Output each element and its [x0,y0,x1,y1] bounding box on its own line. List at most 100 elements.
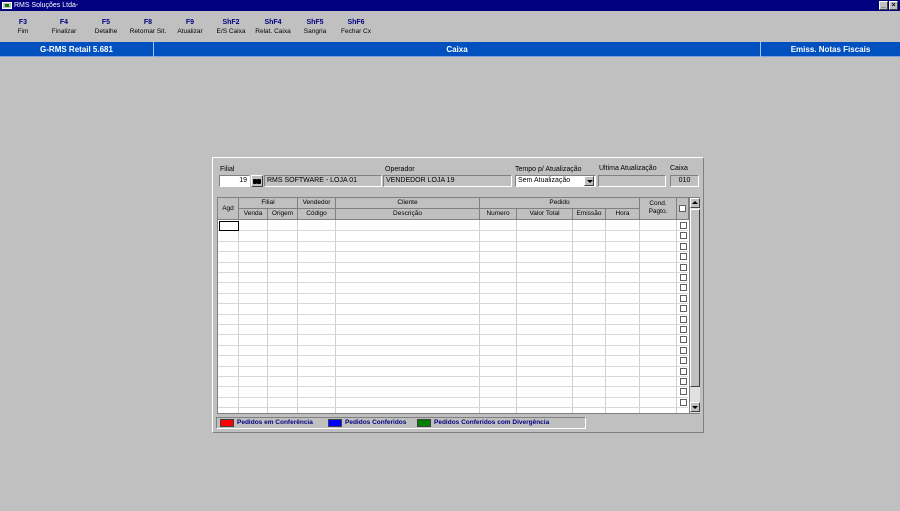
row-checkbox[interactable] [680,222,687,229]
scroll-down-icon[interactable] [690,402,700,412]
header-codigo[interactable]: Código [298,209,336,220]
row-checkbox[interactable] [680,274,687,281]
table-row [218,397,688,398]
row-checkbox[interactable] [680,336,687,343]
header-hora[interactable]: Hora [606,209,640,220]
grid-column [298,220,336,413]
header-vendedor[interactable]: Vendedor [298,198,336,209]
toolbar-button-detalhe[interactable]: F5 Detalhe [83,18,129,36]
header-numero[interactable]: Numero [480,209,517,220]
table-row [218,251,688,252]
current-cell-focus[interactable] [219,221,239,231]
fkey-label: F9 [185,19,195,26]
table-row [218,230,688,231]
row-checkbox[interactable] [680,326,687,333]
close-button[interactable]: × [889,1,898,10]
legend-swatch-conferidos [328,419,342,427]
row-checkbox[interactable] [680,357,687,364]
grid-column [517,220,573,413]
row-checkbox[interactable] [680,305,687,312]
grid-column [239,220,268,413]
row-checkbox[interactable] [680,378,687,385]
header-cond-pagto[interactable]: Cond. Pagto. [640,198,677,220]
ultima-atualizacao-field [598,175,666,187]
app-icon [2,2,12,9]
row-checkbox[interactable] [680,243,687,250]
row-checkbox[interactable] [680,399,687,406]
table-row [218,314,688,315]
filial-name-field: RMS SOFTWARE - LOJA 01 [264,175,382,187]
row-checkbox[interactable] [680,232,687,239]
row-checkbox[interactable] [680,284,687,291]
toolbar-button-relat-caixa[interactable]: ShF4 Relat. Caixa [250,18,296,36]
row-checkbox[interactable] [680,264,687,271]
toolbar-button-retornar[interactable]: F8 Retornar Sit. [125,18,171,36]
operador-field: VENDEDOR LOJA 19 [383,175,512,187]
row-checkbox[interactable] [680,388,687,395]
select-all-checkbox[interactable] [679,205,686,212]
table-row [218,386,688,387]
window-title: RMS Soluções Ltda- [14,2,79,9]
vertical-scrollbar[interactable] [689,198,700,413]
toolbar-button-finalizar[interactable]: F4 Finalizar [41,18,87,36]
header-emissao[interactable]: Emissão [573,209,606,220]
grid-column [268,220,298,413]
grid-column [480,220,517,413]
scroll-up-icon[interactable] [690,198,700,208]
table-row [218,366,688,367]
operador-label: Operador [385,166,415,173]
module-status-bar: G-RMS Retail 5.681 Caixa Emiss. Notas Fi… [0,42,900,57]
tempo-label: Tempo p/ Atualização [515,166,582,173]
grid-column [606,220,640,413]
toolbar-button-es-caixa[interactable]: ShF2 E/S Caixa [208,18,254,36]
table-row [218,272,688,273]
row-checkbox[interactable] [680,253,687,260]
table-row [218,293,688,294]
table-row [218,355,688,356]
header-filial[interactable]: Filial [239,198,298,209]
filial-label: Filial [220,166,235,173]
table-row [218,376,688,377]
header-descricao[interactable]: Descrição [336,209,480,220]
toolbar-button-fechar-cx[interactable]: ShF6 Fechar Cx [333,18,379,36]
header-valor-total[interactable]: Valor Total [517,209,573,220]
product-version: G-RMS Retail 5.681 [40,45,113,54]
fkey-caption: Detalhe [94,28,118,35]
binoculars-search-icon[interactable] [251,175,263,187]
pedidos-grid[interactable]: Agd Filial Vendedor Cliente Pedido Cond.… [217,197,700,414]
table-row [218,324,688,325]
scroll-thumb[interactable] [690,209,700,387]
fkey-caption: Atualizar [177,28,203,35]
row-checkbox[interactable] [680,316,687,323]
header-venda[interactable]: Venda [239,209,268,220]
minimize-button[interactable]: _ [879,1,888,10]
header-cliente[interactable]: Cliente [336,198,480,209]
toolbar-button-sangria[interactable]: ShF5 Sangria [292,18,338,36]
legend-label-divergencia: Pedidos Conferidos com Divergência [434,419,550,426]
toolbar-button-fim[interactable]: F3 Fim [0,18,46,36]
legend-label-conferidos: Pedidos Conferidos [345,419,407,426]
legend-label-em-conferencia: Pedidos em Conferência [237,419,313,426]
grid-column [640,220,677,413]
header-agd[interactable]: Agd [218,198,239,220]
filial-code-input[interactable]: 19 [219,175,250,187]
header-pedido[interactable]: Pedido [480,198,640,209]
row-checkbox[interactable] [680,347,687,354]
screen-title: Caixa [446,45,468,54]
table-row [218,334,688,335]
legend-swatch-divergencia [417,419,431,427]
grid-column [573,220,606,413]
grid-column [218,220,239,413]
toolbar-button-atualizar[interactable]: F9 Atualizar [167,18,213,36]
table-row [218,262,688,263]
table-row [218,407,688,408]
row-checkbox[interactable] [680,295,687,302]
row-checkbox[interactable] [680,368,687,375]
module-name: Emiss. Notas Fiscais [790,45,871,54]
chevron-down-icon[interactable] [584,176,594,186]
header-origem[interactable]: Origem [268,209,298,220]
table-row [218,303,688,304]
fkey-label: F4 [59,19,69,26]
caixa-field: 010 [670,175,699,187]
fkey-label: F8 [143,19,153,26]
